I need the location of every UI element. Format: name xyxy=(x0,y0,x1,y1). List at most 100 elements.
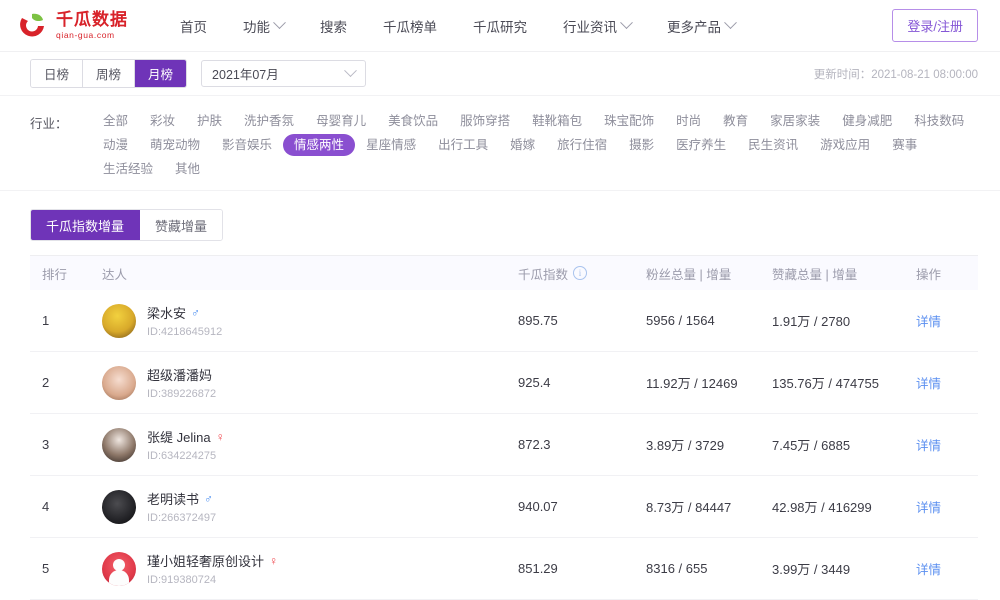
detail-link[interactable]: 详情 xyxy=(916,563,941,577)
industry-tag-games-apps[interactable]: 游戏应用 xyxy=(809,134,881,156)
industry-tag-education[interactable]: 教育 xyxy=(712,110,759,132)
cell-rank: 3 xyxy=(30,437,102,452)
user-name[interactable]: 梁水安 ♂ xyxy=(147,303,222,322)
cell-user: 老明读书 ♂ ID:266372497 xyxy=(102,489,518,524)
industry-tag-fitness[interactable]: 健身减肥 xyxy=(831,110,903,132)
user-name[interactable]: 老明读书 ♂ xyxy=(147,489,216,508)
avatar[interactable] xyxy=(102,428,136,462)
industry-tag-anime[interactable]: 动漫 xyxy=(92,134,139,156)
column-header-user: 达人 xyxy=(102,264,518,283)
period-weekly[interactable]: 周榜 xyxy=(83,60,135,87)
table-row[interactable]: 4 老明读书 ♂ ID:266372497 940.07 8.73万 / 844… xyxy=(30,476,978,538)
login-register-button[interactable]: 登录/注册 xyxy=(892,9,978,42)
period-filter-bar: 日榜 周榜 月榜 2021年07月 更新时间：2021-08-21 08:00:… xyxy=(0,52,1000,96)
cell-rank: 1 xyxy=(30,313,102,328)
cell-action: 详情 xyxy=(916,373,978,392)
user-name[interactable]: 超级潘潘妈 xyxy=(147,365,216,384)
industry-tag-travel-tools[interactable]: 出行工具 xyxy=(427,134,499,156)
industry-tag-home[interactable]: 家居家装 xyxy=(759,110,831,132)
cell-likes: 42.98万 / 416299 xyxy=(772,497,916,516)
nav-label: 首页 xyxy=(180,16,207,36)
column-header-likes: 赞藏总量 | 增量 xyxy=(772,264,916,283)
month-select[interactable]: 2021年07月 xyxy=(201,60,366,87)
nav-label: 千瓜榜单 xyxy=(383,16,437,36)
industry-tag-makeup[interactable]: 彩妆 xyxy=(139,110,186,132)
avatar[interactable] xyxy=(102,366,136,400)
avatar[interactable] xyxy=(102,552,136,586)
industry-tag-washcare[interactable]: 洗护香氛 xyxy=(233,110,305,132)
cell-fans: 8.73万 / 84447 xyxy=(646,497,772,516)
nav-item-research[interactable]: 千瓜研究 xyxy=(455,16,545,36)
nav-label: 搜索 xyxy=(320,16,347,36)
nav-item-more-products[interactable]: 更多产品 xyxy=(649,16,753,36)
column-header-index: 千瓜指数 i xyxy=(518,264,646,283)
avatar[interactable] xyxy=(102,490,136,524)
info-circle-icon[interactable]: i xyxy=(573,266,587,280)
detail-link[interactable]: 详情 xyxy=(916,439,941,453)
industry-filter: 行业： 全部 彩妆 护肤 洗护香氛 母婴育儿 美食饮品 服饰穿搭 鞋靴箱包 珠宝… xyxy=(0,96,1000,191)
male-icon: ♂ xyxy=(204,493,213,505)
industry-tag-tech[interactable]: 科技数码 xyxy=(903,110,975,132)
nav-item-industry-news[interactable]: 行业资讯 xyxy=(545,16,649,36)
cell-index: 872.3 xyxy=(518,437,646,452)
user-name-text: 梁水安 xyxy=(147,303,186,322)
cell-fans: 5956 / 1564 xyxy=(646,313,772,328)
cell-action: 详情 xyxy=(916,559,978,578)
period-daily[interactable]: 日榜 xyxy=(31,60,83,87)
industry-tag-photography[interactable]: 摄影 xyxy=(618,134,665,156)
nav-item-features[interactable]: 功能 xyxy=(225,16,302,36)
table-row[interactable]: 1 梁水安 ♂ ID:4218645912 895.75 5956 / 1564… xyxy=(30,290,978,352)
industry-tag-relationships[interactable]: 情感两性 xyxy=(283,134,355,156)
industry-tag-parenting[interactable]: 母婴育儿 xyxy=(305,110,377,132)
industry-tag-health[interactable]: 医疗养生 xyxy=(665,134,737,156)
industry-tag-jewelry[interactable]: 珠宝配饰 xyxy=(593,110,665,132)
nav-label: 千瓜研究 xyxy=(473,16,527,36)
cell-user: 梁水安 ♂ ID:4218645912 xyxy=(102,303,518,338)
tab-index-growth[interactable]: 千瓜指数增量 xyxy=(31,210,140,240)
industry-tag-wedding[interactable]: 婚嫁 xyxy=(499,134,546,156)
industry-tag-food[interactable]: 美食饮品 xyxy=(377,110,449,132)
industry-tag-pets[interactable]: 萌宠动物 xyxy=(139,134,211,156)
column-header-rank: 排行 xyxy=(30,264,102,283)
industry-tag-skincare[interactable]: 护肤 xyxy=(186,110,233,132)
cell-fans: 3.89万 / 3729 xyxy=(646,435,772,454)
cell-likes: 3.99万 / 3449 xyxy=(772,559,916,578)
industry-tag-all[interactable]: 全部 xyxy=(92,110,139,132)
cell-likes: 7.45万 / 6885 xyxy=(772,435,916,454)
nav-item-rankings[interactable]: 千瓜榜单 xyxy=(365,16,455,36)
industry-tag-other[interactable]: 其他 xyxy=(164,158,211,180)
site-logo[interactable]: 千瓜数据 qian-gua.com xyxy=(18,10,128,41)
nav-item-search[interactable]: 搜索 xyxy=(302,16,365,36)
detail-link[interactable]: 详情 xyxy=(916,315,941,329)
cell-index: 940.07 xyxy=(518,499,646,514)
cell-action: 详情 xyxy=(916,497,978,516)
period-monthly[interactable]: 月榜 xyxy=(135,60,186,87)
avatar[interactable] xyxy=(102,304,136,338)
cell-user: 瑾小姐轻奢原创设计 ♀ ID:919380724 xyxy=(102,551,518,586)
column-header-action: 操作 xyxy=(916,264,978,283)
industry-tag-shoes-bags[interactable]: 鞋靴箱包 xyxy=(521,110,593,132)
industry-tag-events[interactable]: 赛事 xyxy=(881,134,928,156)
industry-tag-life-tips[interactable]: 生活经验 xyxy=(92,158,164,180)
user-name-text: 瑾小姐轻奢原创设计 xyxy=(147,551,264,570)
table-row[interactable]: 2 超级潘潘妈 ID:389226872 925.4 11.92万 / 1246… xyxy=(30,352,978,414)
industry-tag-apparel[interactable]: 服饰穿搭 xyxy=(449,110,521,132)
user-name[interactable]: 瑾小姐轻奢原创设计 ♀ xyxy=(147,551,278,570)
detail-link[interactable]: 详情 xyxy=(916,501,941,515)
tab-likes-growth[interactable]: 赞藏增量 xyxy=(140,210,222,240)
cell-index: 925.4 xyxy=(518,375,646,390)
cell-action: 详情 xyxy=(916,311,978,330)
update-time-label: 更新时间：2021-08-21 08:00:00 xyxy=(814,66,978,82)
nav-item-home[interactable]: 首页 xyxy=(162,16,225,36)
industry-tag-astrology[interactable]: 星座情感 xyxy=(355,134,427,156)
female-icon: ♀ xyxy=(269,555,278,567)
user-id: ID:634224275 xyxy=(147,450,225,462)
detail-link[interactable]: 详情 xyxy=(916,377,941,391)
industry-tag-livelihood-news[interactable]: 民生资讯 xyxy=(737,134,809,156)
industry-tag-travel-stay[interactable]: 旅行住宿 xyxy=(546,134,618,156)
industry-tag-fashion[interactable]: 时尚 xyxy=(665,110,712,132)
industry-tag-entertainment[interactable]: 影音娱乐 xyxy=(211,134,283,156)
table-row[interactable]: 3 张缇 Jelina ♀ ID:634224275 872.3 3.89万 /… xyxy=(30,414,978,476)
cell-rank: 5 xyxy=(30,561,102,576)
user-name[interactable]: 张缇 Jelina ♀ xyxy=(147,427,225,446)
